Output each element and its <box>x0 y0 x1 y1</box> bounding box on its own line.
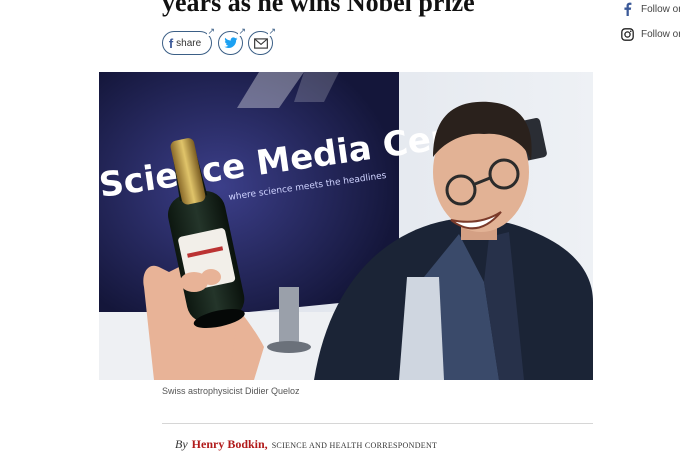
facebook-share-button[interactable]: f share ↗ <box>162 27 215 55</box>
follow-facebook-label: Follow or <box>641 3 680 15</box>
twitter-share-button[interactable]: ↗ <box>218 27 246 55</box>
facebook-icon: f <box>168 35 174 51</box>
byline: By Henry Bodkin, SCIENCE AND HEALTH CORR… <box>175 435 437 453</box>
external-arrow-icon: ↗ <box>268 26 276 36</box>
divider <box>162 423 593 424</box>
email-icon <box>253 37 268 49</box>
twitter-icon <box>223 37 237 49</box>
follow-instagram-label: Follow or <box>641 28 680 40</box>
external-arrow-icon: ↗ <box>238 26 246 36</box>
facebook-share-label: share <box>176 37 202 49</box>
photo-illustration: Science Media Centre where science meets… <box>99 72 593 380</box>
article-photo: Science Media Centre where science meets… <box>99 72 593 380</box>
follow-facebook-link[interactable]: Follow or <box>620 2 680 16</box>
photo-caption: Swiss astrophysicist Didier Queloz <box>162 386 300 396</box>
instagram-icon <box>620 27 634 41</box>
article-headline: years as he wins Nobel prize <box>162 0 475 17</box>
email-share-button[interactable]: ↗ <box>248 27 276 55</box>
external-arrow-icon: ↗ <box>207 26 215 36</box>
facebook-icon <box>620 2 634 16</box>
follow-instagram-link[interactable]: Follow or <box>620 27 680 41</box>
